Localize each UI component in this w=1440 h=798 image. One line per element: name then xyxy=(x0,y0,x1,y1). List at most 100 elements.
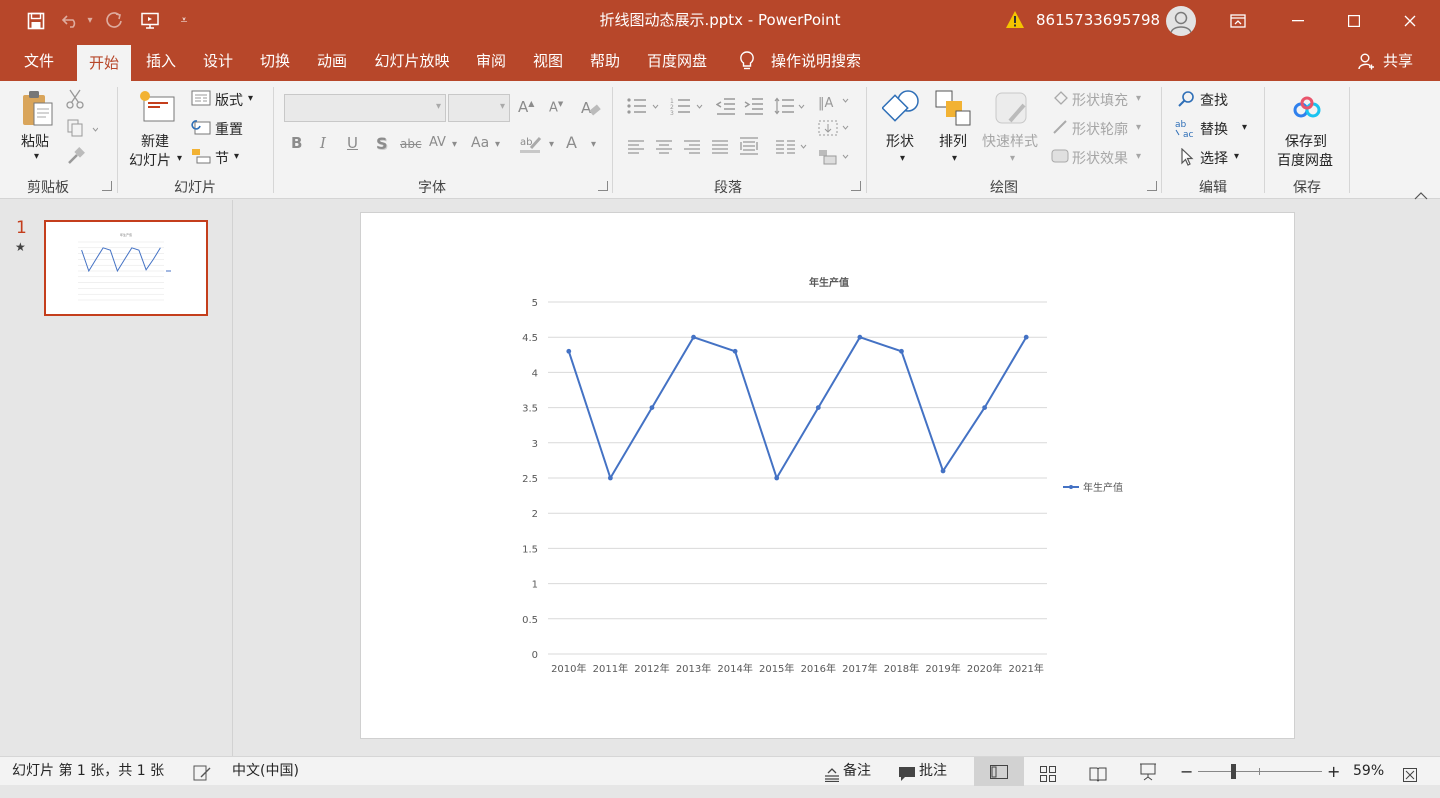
shapes-icon[interactable] xyxy=(881,89,922,129)
tab-slideshow[interactable]: 幻灯片放映 xyxy=(368,41,456,81)
fit-to-window-icon[interactable] xyxy=(1403,764,1417,782)
layout-dropdown-icon[interactable]: ▾ xyxy=(248,93,253,104)
decrease-indent-icon[interactable] xyxy=(715,97,736,119)
comments-icon[interactable] xyxy=(898,764,916,781)
copy-icon[interactable] xyxy=(66,119,99,141)
paste-dropdown-icon[interactable]: ▾ xyxy=(34,151,39,162)
shape-outline-button[interactable]: 形状轮廓 xyxy=(1072,119,1128,139)
bold-button[interactable]: B xyxy=(291,134,302,152)
save-icon[interactable] xyxy=(24,0,48,41)
select-dropdown-icon[interactable]: ▾ xyxy=(1234,151,1239,162)
font-size-combo[interactable]: ▾ xyxy=(448,94,510,122)
zoom-slider-thumb[interactable] xyxy=(1231,764,1236,779)
reset-icon[interactable] xyxy=(191,119,211,135)
baidu-netdisk-icon[interactable] xyxy=(1292,95,1322,121)
close-icon[interactable] xyxy=(1398,0,1422,41)
tab-home[interactable]: 开始 xyxy=(77,45,131,81)
spell-check-icon[interactable] xyxy=(193,763,211,781)
tab-file[interactable]: 文件 xyxy=(12,41,66,81)
avatar[interactable] xyxy=(1166,6,1196,36)
slide-canvas[interactable]: 年生产值 0 0.5 1 1.5 2 2.5 3 3.5 4 4.5 5 2010年 2011年 201… xyxy=(360,212,1295,739)
section-button[interactable]: 节 xyxy=(215,148,229,168)
arrange-button[interactable]: 排列 xyxy=(939,131,967,151)
tab-baidu-netdisk[interactable]: 百度网盘 xyxy=(640,41,714,81)
font-color-dropdown-icon[interactable]: ▾ xyxy=(591,139,596,150)
tab-view[interactable]: 视图 xyxy=(526,41,570,81)
paragraph-launcher-icon[interactable] xyxy=(851,181,861,191)
bullets-icon[interactable] xyxy=(626,97,662,119)
zoom-slider-track[interactable] xyxy=(1198,771,1322,772)
tab-design[interactable]: 设计 xyxy=(196,41,240,81)
section-dropdown-icon[interactable]: ▾ xyxy=(234,151,239,162)
shape-effects-button[interactable]: 形状效果 xyxy=(1072,148,1128,168)
minimize-icon[interactable] xyxy=(1286,0,1310,41)
zoom-level[interactable]: 59% xyxy=(1353,757,1384,786)
align-left-icon[interactable] xyxy=(628,139,644,158)
notes-icon[interactable] xyxy=(824,764,840,783)
replace-button[interactable]: 替换 xyxy=(1200,119,1228,139)
shapes-dropdown-icon[interactable]: ▾ xyxy=(900,153,905,164)
layout-button[interactable]: 版式 xyxy=(215,90,243,110)
align-center-icon[interactable] xyxy=(656,139,672,158)
shapes-button[interactable]: 形状 xyxy=(886,131,914,151)
undo-dropdown-icon[interactable]: ▾ xyxy=(84,0,96,41)
language-status[interactable]: 中文(中国) xyxy=(232,757,299,786)
lightbulb-icon[interactable] xyxy=(736,41,758,81)
replace-dropdown-icon[interactable]: ▾ xyxy=(1242,122,1247,133)
increase-font-icon[interactable]: A▲ xyxy=(518,98,534,116)
redo-icon[interactable] xyxy=(104,0,126,41)
shape-fill-button[interactable]: 形状填充 xyxy=(1072,90,1128,110)
quick-styles-dropdown-icon[interactable]: ▾ xyxy=(1010,153,1015,164)
shape-effects-icon[interactable] xyxy=(1050,148,1070,168)
font-color-button[interactable]: A xyxy=(566,133,577,152)
select-button[interactable]: 选择 xyxy=(1200,148,1228,168)
change-case-button[interactable]: Aa xyxy=(471,135,489,151)
tab-insert[interactable]: 插入 xyxy=(138,41,184,81)
new-slide-dropdown-icon[interactable]: ▾ xyxy=(177,153,182,164)
reset-button[interactable]: 重置 xyxy=(215,119,243,139)
share-button[interactable]: 共享 xyxy=(1378,41,1418,81)
tab-animations[interactable]: 动画 xyxy=(310,41,354,81)
zoom-out-button[interactable]: − xyxy=(1180,757,1193,786)
arrange-icon[interactable] xyxy=(934,89,974,129)
columns-icon[interactable] xyxy=(776,139,808,158)
shape-fill-icon[interactable] xyxy=(1052,90,1070,110)
tab-help[interactable]: 帮助 xyxy=(583,41,627,81)
strikethrough-button[interactable]: abc xyxy=(400,137,422,151)
shape-fill-dropdown-icon[interactable]: ▾ xyxy=(1136,93,1141,104)
drawing-launcher-icon[interactable] xyxy=(1147,181,1157,191)
undo-icon[interactable] xyxy=(60,0,82,41)
char-spacing-dropdown-icon[interactable]: ▾ xyxy=(452,139,457,150)
section-icon[interactable] xyxy=(191,148,211,164)
new-slide-label-1[interactable]: 新建 xyxy=(141,131,169,151)
comments-button[interactable]: 批注 xyxy=(919,757,947,786)
numbering-icon[interactable]: 123 xyxy=(670,97,706,119)
line-chart[interactable]: 年生产值 0 0.5 1 1.5 2 2.5 3 3.5 4 4.5 5 2010年 2011年 201… xyxy=(361,213,1296,740)
change-case-dropdown-icon[interactable]: ▾ xyxy=(495,139,500,150)
slide-thumbnail[interactable]: 年生产值 xyxy=(44,220,208,316)
char-spacing-button[interactable]: AV xyxy=(429,135,446,150)
warning-icon[interactable] xyxy=(1005,10,1025,30)
paste-icon[interactable] xyxy=(20,89,56,129)
zoom-in-button[interactable]: + xyxy=(1327,757,1340,786)
tell-me-search[interactable]: 操作说明搜索 xyxy=(768,41,864,81)
save-to-baidu-label-1[interactable]: 保存到 xyxy=(1285,131,1327,151)
clear-formatting-icon[interactable]: A xyxy=(580,98,602,122)
shadow-button[interactable]: S xyxy=(376,134,388,153)
find-icon[interactable] xyxy=(1177,90,1195,112)
shape-effects-dropdown-icon[interactable]: ▾ xyxy=(1136,151,1141,162)
text-direction-icon[interactable]: ‖A xyxy=(818,91,852,115)
replace-icon[interactable]: ab ac xyxy=(1175,118,1197,142)
underline-button[interactable]: U xyxy=(347,134,358,152)
save-to-baidu-label-2[interactable]: 百度网盘 xyxy=(1277,150,1333,170)
new-slide-icon[interactable] xyxy=(138,89,176,125)
line-spacing-icon[interactable] xyxy=(774,97,808,119)
normal-view-button[interactable] xyxy=(974,757,1024,786)
new-slide-label-2[interactable]: 幻灯片 xyxy=(129,150,171,170)
ribbon-display-icon[interactable] xyxy=(1226,0,1250,41)
shape-outline-dropdown-icon[interactable]: ▾ xyxy=(1136,122,1141,133)
presentation-icon[interactable] xyxy=(138,0,164,41)
quick-styles-icon[interactable] xyxy=(994,91,1032,127)
increase-indent-icon[interactable] xyxy=(744,97,764,119)
highlight-icon[interactable]: ab xyxy=(520,134,546,158)
